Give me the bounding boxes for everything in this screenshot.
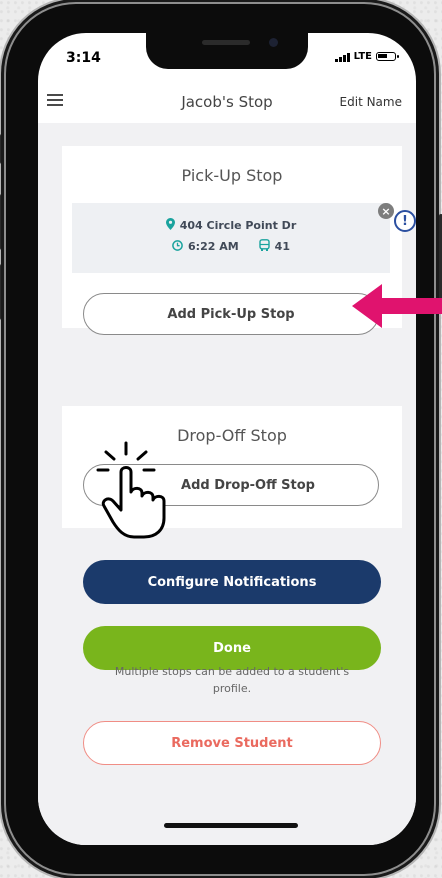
notch [146, 33, 308, 69]
close-icon[interactable]: × [378, 203, 394, 219]
info-icon[interactable]: ! [394, 210, 416, 232]
status-indicators: LTE [334, 51, 399, 62]
bus-number: 41 [274, 240, 290, 253]
stop-address: 404 Circle Point Dr [179, 219, 297, 232]
home-indicator[interactable] [164, 823, 298, 828]
stop-time-line: 6:22 AM 41 [72, 239, 390, 254]
front-camera [269, 38, 278, 47]
pointer-hand-icon [96, 441, 166, 539]
remove-student-button[interactable]: Remove Student [83, 721, 381, 765]
speaker [202, 40, 250, 45]
configure-notifications-button[interactable]: Configure Notifications [83, 560, 381, 604]
pickup-title: Pick-Up Stop [181, 166, 283, 185]
stops-info-note: Multiple stops can be added to a student… [114, 665, 350, 695]
signal-icon [334, 52, 350, 62]
screen: 3:14 LTE Jacob's Stop Edit Name Pick-Up … [38, 33, 416, 845]
mute-switch [0, 134, 1, 164]
edit-name-button[interactable]: Edit Name [340, 95, 402, 109]
pickup-stop-entry[interactable]: 404 Circle Point Dr 6:22 AM 41 [72, 203, 390, 273]
volume-up-button [0, 194, 1, 250]
volume-down-button [0, 264, 1, 320]
bus-icon [258, 239, 270, 254]
navigation-bar: Jacob's Stop Edit Name [38, 85, 416, 123]
location-pin-icon [165, 218, 175, 233]
status-time: 3:14 [66, 50, 101, 66]
clock-icon [172, 239, 183, 254]
phone-frame: 3:14 LTE Jacob's Stop Edit Name Pick-Up … [0, 4, 442, 874]
stop-time: 6:22 AM [188, 240, 239, 253]
add-pickup-stop-button[interactable]: Add Pick-Up Stop [83, 293, 379, 335]
stop-address-line: 404 Circle Point Dr [72, 218, 390, 233]
battery-icon [376, 52, 399, 61]
arrow-left-icon [352, 284, 442, 328]
pickup-card: Pick-Up Stop 404 Circle Point Dr 6:22 AM [62, 146, 402, 335]
network-label: LTE [353, 51, 372, 62]
content-area: Pick-Up Stop 404 Circle Point Dr 6:22 AM [38, 123, 416, 845]
